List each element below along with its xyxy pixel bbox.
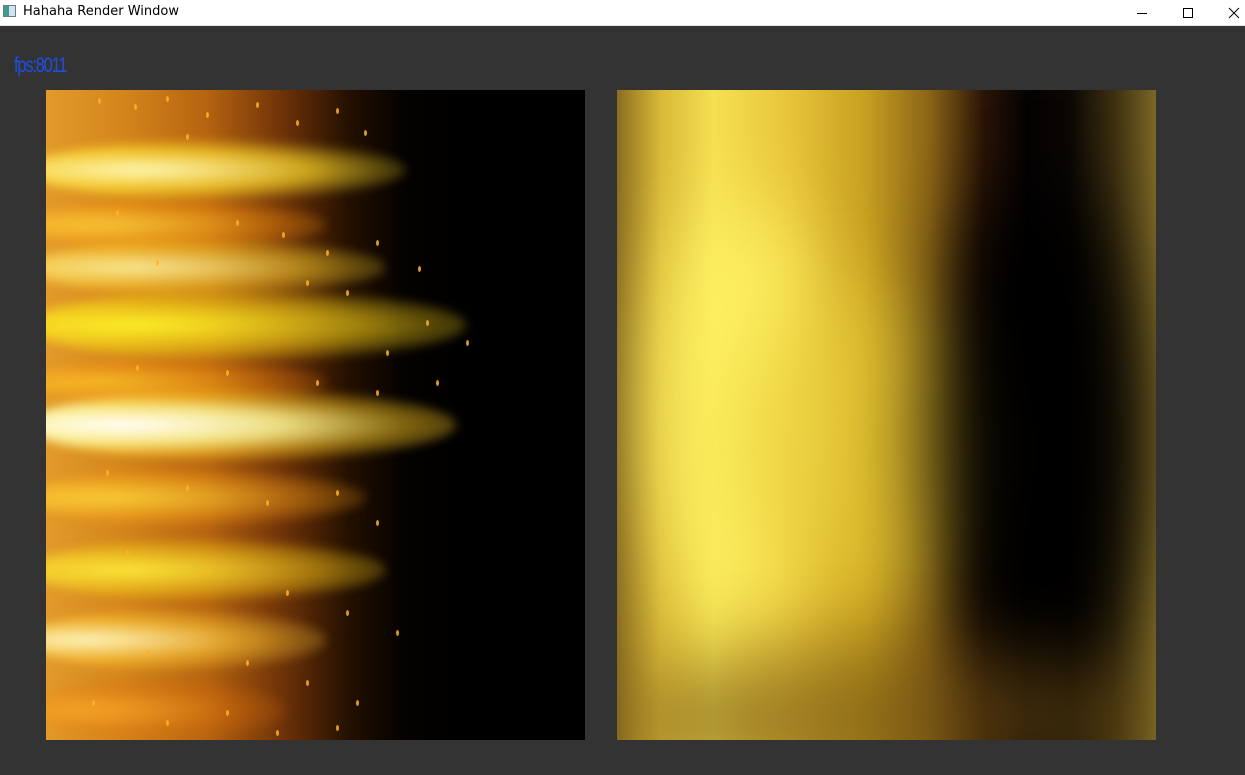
- right-render-view[interactable]: [617, 90, 1156, 740]
- minimize-button[interactable]: [1119, 0, 1164, 25]
- title-bar[interactable]: Hahaha Render Window: [0, 0, 1245, 26]
- left-render-sparkles: [46, 90, 585, 740]
- fps-counter: fps:8011: [14, 54, 67, 77]
- close-icon: [1228, 7, 1239, 18]
- maximize-icon: [1182, 7, 1193, 18]
- app-icon: [3, 5, 16, 17]
- close-button[interactable]: [1211, 0, 1245, 25]
- window-title: Hahaha Render Window: [23, 4, 179, 19]
- maximize-button[interactable]: [1165, 0, 1210, 25]
- right-render-shadow: [937, 180, 1137, 700]
- render-window: Hahaha Render Window fps:8011: [0, 0, 1245, 775]
- minimize-icon: [1136, 12, 1147, 14]
- left-render-view[interactable]: [46, 90, 585, 740]
